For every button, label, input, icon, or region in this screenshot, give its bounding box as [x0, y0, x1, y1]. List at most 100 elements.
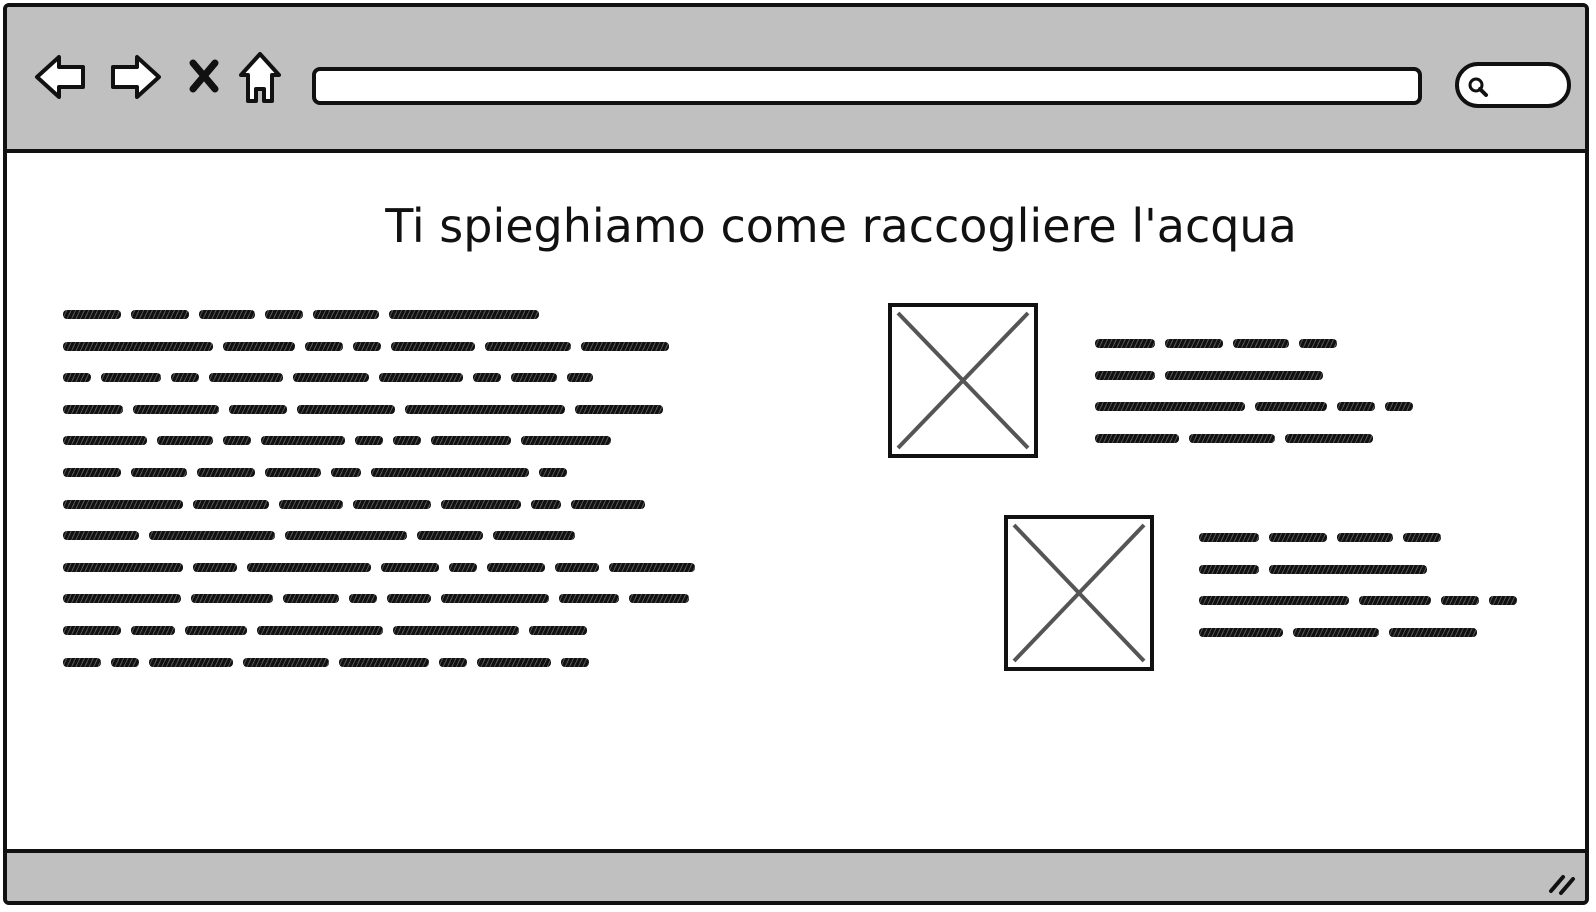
placeholder-word: [393, 436, 421, 446]
placeholder-word: [199, 310, 255, 319]
search-icon: [1468, 77, 1488, 97]
placeholder-word: [257, 626, 383, 635]
browser-toolbar: [7, 7, 1585, 153]
placeholder-word: [297, 404, 395, 414]
placeholder-word: [1269, 564, 1427, 574]
placeholder-word: [581, 341, 669, 351]
placeholder-word: [63, 657, 101, 667]
back-arrow-icon[interactable]: [33, 51, 89, 103]
placeholder-word: [223, 436, 251, 446]
placeholder-word: [1359, 596, 1431, 606]
placeholder-word: [185, 626, 247, 635]
placeholder-word: [1199, 533, 1259, 542]
placeholder-word: [439, 657, 467, 667]
placeholder-word: [101, 373, 161, 383]
placeholder-word: [1285, 433, 1373, 443]
placeholder-word: [371, 468, 529, 477]
placeholder-word: [405, 404, 565, 414]
placeholder-word: [567, 373, 593, 383]
image-placeholder-1: [888, 303, 1038, 458]
placeholder-word: [1095, 402, 1245, 412]
placeholder-word: [157, 436, 213, 446]
placeholder-word: [209, 373, 283, 383]
placeholder-word: [1299, 339, 1337, 348]
placeholder-word: [487, 562, 545, 572]
placeholder-word: [571, 499, 645, 509]
search-field[interactable]: [1455, 62, 1571, 108]
placeholder-word: [339, 657, 429, 667]
placeholder-word: [473, 373, 501, 383]
placeholder-word: [511, 373, 557, 383]
placeholder-word: [293, 373, 369, 383]
placeholder-word: [1389, 627, 1477, 637]
placeholder-word: [191, 594, 273, 604]
placeholder-word: [63, 531, 139, 541]
placeholder-word: [1199, 564, 1259, 574]
placeholder-word: [529, 626, 587, 635]
placeholder-word: [441, 594, 549, 604]
placeholder-word: [1165, 370, 1323, 380]
placeholder-word: [1095, 433, 1179, 443]
placeholder-word: [493, 531, 575, 541]
placeholder-word: [449, 562, 477, 572]
image-placeholder-icon: [896, 311, 1030, 450]
placeholder-word: [193, 562, 237, 572]
placeholder-word: [555, 562, 599, 572]
placeholder-word: [441, 499, 521, 509]
address-bar[interactable]: [312, 67, 1422, 105]
placeholder-word: [1337, 402, 1375, 412]
placeholder-word: [349, 594, 377, 604]
placeholder-word: [387, 594, 431, 604]
placeholder-word: [63, 373, 91, 383]
placeholder-word: [63, 341, 213, 351]
placeholder-word: [149, 657, 233, 667]
placeholder-word: [305, 341, 343, 351]
placeholder-word: [561, 657, 589, 667]
placeholder-word: [391, 341, 475, 351]
placeholder-word: [521, 436, 611, 446]
placeholder-word: [353, 341, 381, 351]
placeholder-word: [131, 468, 187, 477]
placeholder-word: [111, 657, 139, 667]
placeholder-word: [1189, 433, 1275, 443]
placeholder-word: [417, 531, 483, 541]
placeholder-word: [133, 404, 219, 414]
placeholder-word: [629, 594, 689, 604]
placeholder-word: [1095, 339, 1155, 348]
placeholder-word: [575, 404, 663, 414]
placeholder-word: [283, 594, 339, 604]
placeholder-word: [63, 404, 123, 414]
placeholder-word: [1233, 339, 1289, 348]
placeholder-word: [1385, 402, 1413, 412]
image-placeholder-icon: [1012, 523, 1146, 663]
forward-arrow-icon[interactable]: [107, 51, 163, 103]
placeholder-word: [63, 626, 121, 635]
placeholder-word: [131, 310, 189, 319]
placeholder-word: [331, 468, 361, 477]
home-icon[interactable]: [237, 49, 283, 105]
placeholder-word: [63, 594, 181, 604]
placeholder-word: [63, 436, 147, 446]
placeholder-word: [1165, 339, 1223, 348]
placeholder-word: [1255, 402, 1327, 412]
placeholder-word: [485, 341, 571, 351]
placeholder-word: [609, 562, 695, 572]
placeholder-word: [379, 373, 463, 383]
placeholder-word: [539, 468, 567, 477]
placeholder-word: [279, 499, 343, 509]
status-bar: [7, 849, 1585, 901]
placeholder-word: [63, 562, 183, 572]
placeholder-word: [353, 499, 431, 509]
placeholder-word: [1441, 596, 1479, 606]
placeholder-word: [285, 531, 407, 541]
placeholder-word: [1199, 596, 1349, 606]
placeholder-word: [63, 499, 183, 509]
placeholder-word: [1293, 627, 1379, 637]
placeholder-word: [243, 657, 329, 667]
placeholder-word: [477, 657, 551, 667]
placeholder-word: [389, 310, 539, 319]
resize-grip-icon[interactable]: [1545, 869, 1579, 897]
page-title: Ti spieghiamo come raccogliere l'acqua: [385, 199, 1297, 253]
stop-icon[interactable]: [187, 57, 221, 95]
placeholder-word: [223, 341, 295, 351]
